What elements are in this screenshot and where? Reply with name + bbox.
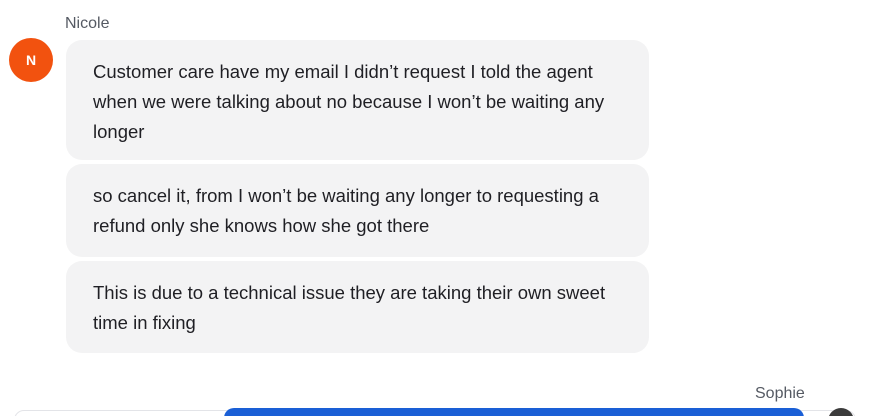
outgoing-message-bubble <box>224 408 804 416</box>
sender-name: Nicole <box>65 15 110 32</box>
message-bubble: Customer care have my email I didn’t req… <box>66 40 649 160</box>
avatar-initial: N <box>25 52 37 68</box>
avatar[interactable]: N <box>9 38 53 82</box>
message-bubble: so cancel it, from I won’t be waiting an… <box>66 164 649 257</box>
other-sender-name: Sophie <box>755 385 805 402</box>
message-bubble: This is due to a technical issue they ar… <box>66 261 649 353</box>
